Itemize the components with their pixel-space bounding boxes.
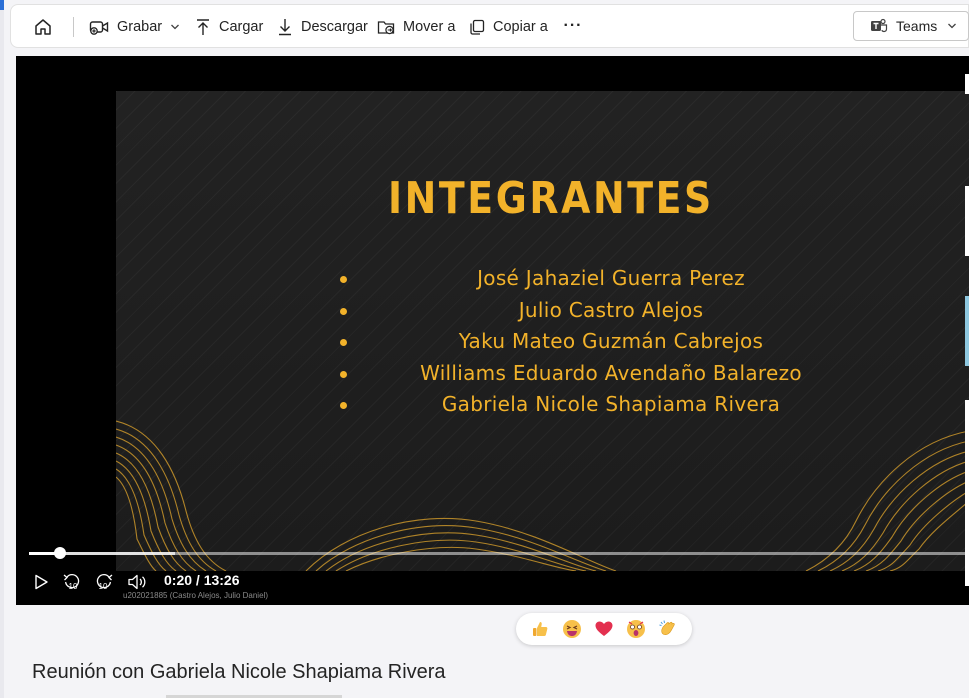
move-to-label: Mover a bbox=[403, 19, 456, 35]
video-caption: u202021885 (Castro Alejos, Julio Daniel) bbox=[123, 591, 268, 600]
members-list: José Jahaziel Guerra Perez Julio Castro … bbox=[336, 266, 856, 424]
move-to-button[interactable]: Mover a bbox=[377, 5, 455, 49]
skip-back-icon: 10 bbox=[63, 573, 80, 591]
left-edge-strip bbox=[0, 0, 4, 698]
home-button[interactable] bbox=[31, 15, 55, 39]
time-display: 0:20 / 13:26 bbox=[164, 572, 240, 588]
right-edge-panel bbox=[965, 400, 969, 586]
bullet-icon bbox=[340, 276, 347, 283]
list-item: José Jahaziel Guerra Perez bbox=[336, 266, 856, 298]
upload-label: Cargar bbox=[219, 19, 264, 35]
skip-back-label: 10 bbox=[69, 582, 78, 591]
clap-reaction[interactable] bbox=[658, 619, 678, 639]
upload-button[interactable]: Cargar bbox=[195, 5, 263, 49]
command-toolbar: Grabar Cargar Descargar Mover a Copiar a… bbox=[10, 4, 969, 48]
skip-back-button[interactable]: 10 bbox=[61, 571, 83, 593]
surprised-reaction[interactable] bbox=[626, 619, 646, 639]
clap-icon bbox=[659, 620, 675, 636]
member-name: José Jahaziel Guerra Perez bbox=[477, 266, 745, 290]
volume-icon bbox=[128, 574, 146, 590]
heart-icon bbox=[595, 621, 613, 636]
list-item: Yaku Mateo Guzmán Cabrejos bbox=[336, 329, 856, 361]
skip-forward-label: 10 bbox=[99, 582, 108, 591]
play-icon bbox=[35, 574, 48, 590]
record-label: Grabar bbox=[117, 19, 163, 35]
download-icon bbox=[279, 19, 291, 36]
copy-icon bbox=[470, 19, 485, 35]
presentation-slide: INTEGRANTES José Jahaziel Guerra Perez J… bbox=[116, 91, 969, 571]
member-name: Julio Castro Alejos bbox=[518, 297, 704, 322]
right-edge-panel bbox=[965, 186, 969, 256]
chevron-down-icon bbox=[948, 23, 957, 29]
download-button[interactable]: Descargar bbox=[277, 5, 368, 49]
download-label: Descargar bbox=[301, 19, 368, 35]
volume-button[interactable] bbox=[126, 571, 148, 593]
bullet-icon bbox=[340, 370, 347, 378]
progress-thumb[interactable] bbox=[54, 547, 66, 559]
teams-icon bbox=[871, 18, 888, 33]
record-button[interactable]: Grabar bbox=[89, 5, 180, 49]
reactions-bar bbox=[516, 613, 692, 645]
left-edge-accent bbox=[0, 0, 4, 10]
teams-button[interactable]: Teams bbox=[853, 11, 969, 41]
member-name: Yaku Mateo Guzmán Cabrejos bbox=[458, 329, 764, 353]
list-item: Williams Eduardo Avendaño Balarezo bbox=[336, 361, 856, 393]
toolbar-divider bbox=[73, 17, 74, 37]
right-edge-panel bbox=[965, 296, 969, 366]
thumbs-up-reaction[interactable] bbox=[530, 619, 550, 639]
copy-to-label: Copiar a bbox=[493, 19, 548, 35]
bullet-icon bbox=[340, 402, 347, 409]
move-folder-icon bbox=[377, 21, 395, 35]
list-item: Julio Castro Alejos bbox=[336, 298, 856, 330]
more-options-button[interactable]: ··· bbox=[561, 16, 585, 36]
record-video-icon bbox=[89, 21, 109, 35]
heart-reaction[interactable] bbox=[594, 619, 614, 639]
laugh-icon bbox=[563, 620, 581, 638]
member-name: Williams Eduardo Avendaño Balarezo bbox=[420, 360, 802, 385]
chevron-down-icon bbox=[171, 24, 180, 30]
home-icon bbox=[35, 19, 51, 35]
teams-label: Teams bbox=[896, 18, 938, 34]
video-player[interactable]: INTEGRANTES José Jahaziel Guerra Perez J… bbox=[16, 56, 969, 605]
right-edge-panel bbox=[965, 74, 969, 94]
meeting-title: Reunión con Gabriela Nicole Shapiama Riv… bbox=[32, 661, 446, 683]
list-item: Gabriela Nicole Shapiama Rivera bbox=[336, 392, 856, 424]
copy-to-button[interactable]: Copiar a bbox=[469, 5, 548, 49]
skip-forward-button[interactable]: 10 bbox=[93, 571, 115, 593]
member-name: Gabriela Nicole Shapiama Rivera bbox=[441, 392, 781, 416]
thumbs-up-icon bbox=[533, 622, 548, 636]
skip-forward-icon: 10 bbox=[96, 573, 113, 591]
slide-title: INTEGRANTES bbox=[388, 173, 714, 224]
bullet-icon bbox=[340, 339, 347, 346]
surprised-icon bbox=[627, 620, 645, 638]
bullet-icon bbox=[340, 307, 347, 315]
play-button[interactable] bbox=[30, 571, 52, 593]
laugh-reaction[interactable] bbox=[562, 619, 582, 639]
upload-icon bbox=[197, 19, 209, 35]
